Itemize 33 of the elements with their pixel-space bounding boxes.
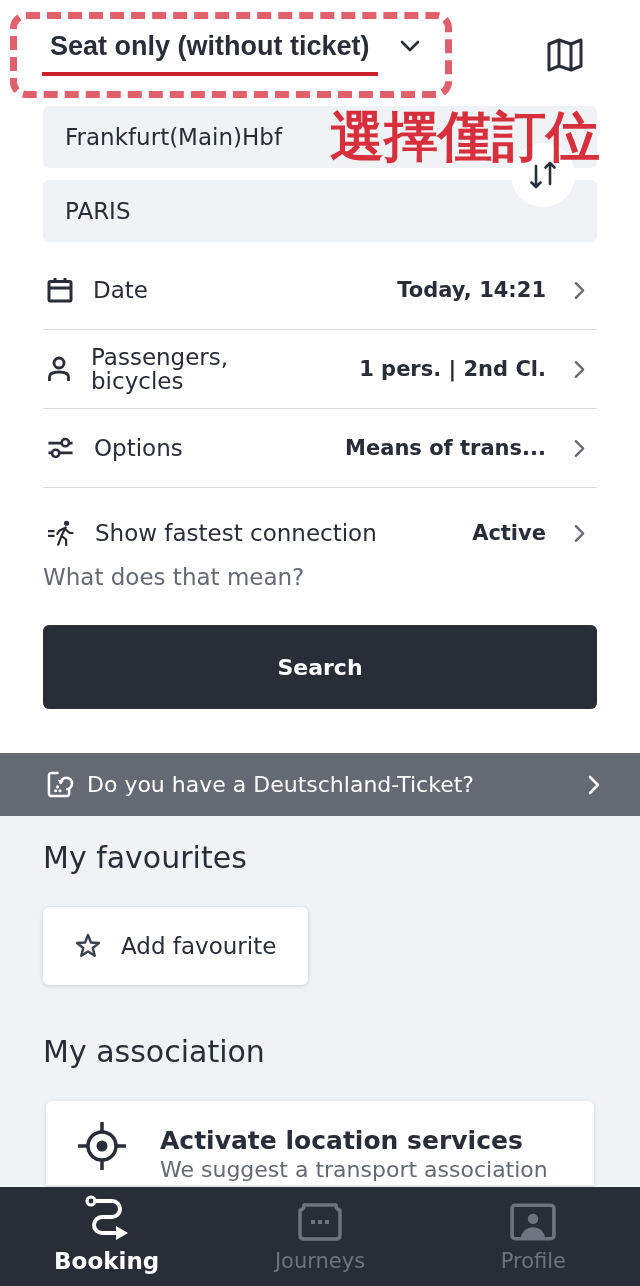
- deutschland-ticket-banner[interactable]: Do you have a Deutschland-Ticket?: [0, 753, 640, 816]
- annotation-label: 選擇僅訂位: [330, 104, 600, 170]
- section-heading: My favourites: [43, 839, 248, 877]
- section-heading: My association: [43, 1033, 266, 1071]
- ticket-icon: [298, 1203, 342, 1241]
- card-refresh-icon: [47, 771, 74, 798]
- sliders-icon: [47, 437, 74, 459]
- destination-field[interactable]: PARIS: [43, 180, 597, 242]
- chevron-right-icon: [574, 280, 585, 300]
- portrait-icon: [510, 1203, 557, 1241]
- passengers-row[interactable]: Passengers, bicycles 1 pers. | 2nd Cl.: [43, 330, 597, 409]
- map-icon[interactable]: [547, 38, 583, 72]
- star-icon: [75, 933, 101, 959]
- crosshair-icon: [78, 1122, 126, 1170]
- card-title: Activate location services: [160, 1126, 524, 1156]
- person-icon: [47, 356, 71, 382]
- chevron-right-icon: [574, 438, 585, 458]
- running-person-icon: [47, 520, 75, 546]
- date-row[interactable]: Date Today, 14:21: [43, 251, 597, 330]
- booking-mode-dropdown[interactable]: Seat only (without ticket): [42, 31, 420, 76]
- caret-icon: [399, 40, 420, 52]
- chevron-right-icon: [574, 359, 585, 379]
- chevron-right-icon: [574, 523, 585, 543]
- calendar-icon: [47, 277, 73, 303]
- options-row[interactable]: Options Means of trans...: [43, 409, 597, 488]
- fastest-connection-row[interactable]: Show fastest connection Active: [43, 488, 597, 546]
- nav-tab[interactable]: Booking: [0, 1187, 214, 1286]
- card-text: We suggest a transport association: [160, 1158, 548, 1182]
- help-link[interactable]: What does that mean?: [43, 564, 305, 590]
- chevron-right-icon: [588, 774, 600, 795]
- search-button[interactable]: Search: [43, 625, 597, 709]
- route-icon: [84, 1195, 129, 1241]
- add-favourite-button[interactable]: Add favourite: [43, 907, 308, 985]
